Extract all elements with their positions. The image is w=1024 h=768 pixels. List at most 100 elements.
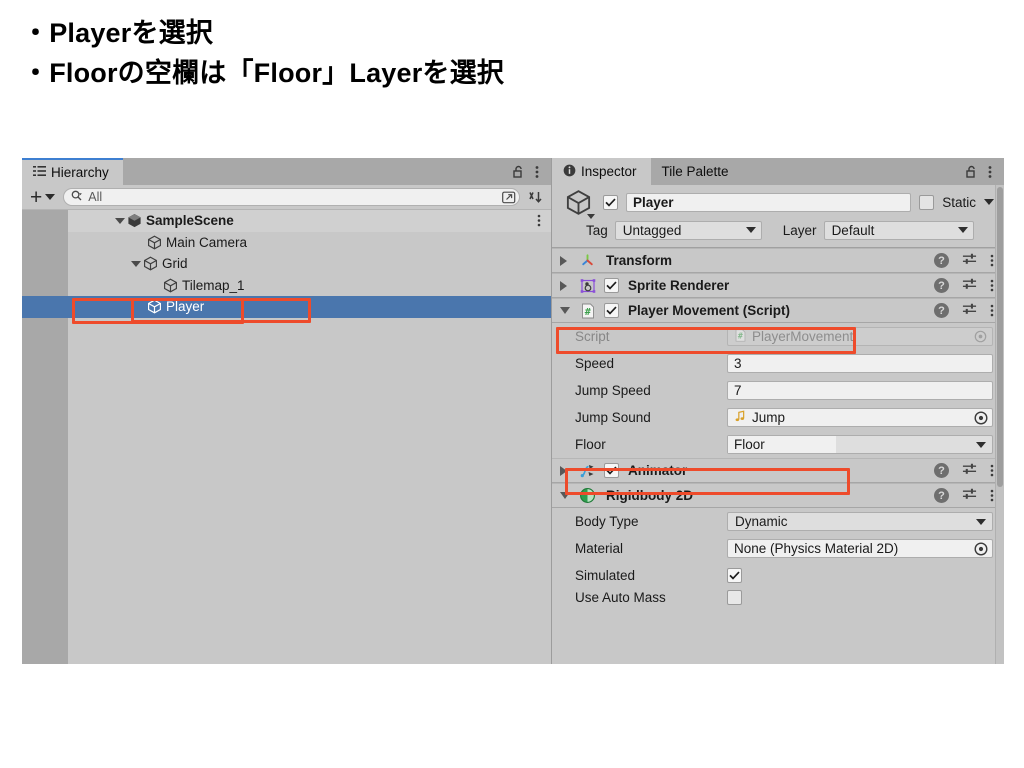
property-label: Script: [575, 329, 610, 344]
component-header-transform[interactable]: Transform ?: [552, 248, 1004, 273]
tab-inspector[interactable]: Inspector: [552, 158, 651, 185]
hierarchy-row-grid[interactable]: Grid: [68, 253, 551, 275]
inspector-tabbar-spacer: [742, 158, 966, 185]
hierarchy-row-label: Tilemap_1: [182, 277, 245, 293]
search-input[interactable]: All: [63, 188, 520, 206]
help-circle-icon[interactable]: ?: [934, 253, 949, 268]
object-picker-icon: [973, 329, 988, 344]
kebab-menu-icon[interactable]: [537, 214, 541, 230]
hierarchy-list-icon: [33, 165, 46, 180]
preset-sliders-icon[interactable]: [962, 462, 977, 479]
unity-editor-window: Hierarchy + All SampleScene Main Camera …: [22, 158, 1004, 664]
component-enabled-checkbox[interactable]: [604, 303, 619, 318]
inspector-scrollbar[interactable]: [995, 185, 1004, 664]
sort-alpha-icon[interactable]: [526, 188, 544, 206]
inspector-tabbar: Inspector Tile Palette: [552, 158, 1004, 185]
component-header-animator[interactable]: Animator ?: [552, 458, 1004, 483]
jump-sound-object-field[interactable]: Jump: [727, 408, 993, 427]
tag-dropdown[interactable]: Untagged: [614, 220, 762, 240]
transform-axis-icon: [578, 253, 597, 268]
preset-sliders-icon[interactable]: [962, 487, 977, 504]
disclosure-triangle-icon[interactable]: [560, 465, 571, 476]
help-circle-icon[interactable]: ?: [934, 278, 949, 293]
svg-text:#: #: [738, 330, 743, 340]
tab-tile-palette[interactable]: Tile Palette: [651, 158, 743, 185]
component-enabled-checkbox[interactable]: [604, 463, 619, 478]
hierarchy-row-player[interactable]: Player: [22, 296, 551, 318]
disclosure-triangle-icon[interactable]: [130, 260, 142, 267]
csharp-script-icon: #: [578, 303, 597, 319]
lock-open-icon[interactable]: [966, 165, 977, 178]
tab-tile-palette-label: Tile Palette: [661, 164, 729, 179]
hierarchy-tabbar: Hierarchy: [22, 158, 551, 185]
floor-value: Floor: [728, 436, 836, 453]
simulated-checkbox[interactable]: [727, 568, 742, 583]
chevron-down-icon: [45, 194, 56, 200]
static-checkbox[interactable]: [919, 194, 935, 210]
component-header-player-movement[interactable]: # Player Movement (Script) ?: [552, 298, 1004, 323]
jump-speed-input[interactable]: 7: [727, 381, 993, 400]
disclosure-triangle-icon[interactable]: [114, 217, 126, 224]
hierarchy-row-label: SampleScene: [146, 213, 234, 229]
disclosure-triangle-icon[interactable]: [560, 307, 571, 314]
gameobject-name-input[interactable]: Player: [626, 192, 912, 212]
hierarchy-row-samplescene[interactable]: SampleScene: [68, 210, 551, 232]
gameobject-name-value: Player: [633, 194, 674, 210]
disclosure-triangle-icon[interactable]: [560, 280, 571, 291]
property-label: Jump Sound: [575, 410, 651, 425]
property-label: Speed: [575, 356, 615, 371]
disclosure-triangle-icon[interactable]: [560, 492, 571, 499]
speed-input[interactable]: 3: [727, 354, 993, 373]
component-title: Rigidbody 2D: [606, 488, 693, 503]
hierarchy-tabbar-actions: [513, 158, 551, 185]
hierarchy-row-main-camera[interactable]: Main Camera: [68, 232, 551, 254]
component-header-rigidbody-2d[interactable]: Rigidbody 2D ?: [552, 483, 1004, 508]
gameobject-header: Player Static Tag Untagged Layer Default: [552, 185, 1004, 248]
lock-open-icon[interactable]: [513, 165, 524, 178]
slide-heading: ・Playerを選択 ・Floorの空欄は「Floor」Layerを選択: [22, 14, 962, 94]
property-row-simulated: Simulated: [552, 562, 1004, 589]
hierarchy-row-tilemap-1[interactable]: Tilemap_1: [68, 275, 551, 297]
property-label: Jump Speed: [575, 383, 651, 398]
gameobject-enabled-checkbox[interactable]: [603, 194, 618, 210]
preset-sliders-icon[interactable]: [962, 302, 977, 319]
hierarchy-rows: SampleScene Main Camera Grid Tilemap_1 P…: [22, 210, 551, 664]
chevron-down-icon[interactable]: [587, 213, 595, 219]
disclosure-triangle-icon[interactable]: [560, 255, 571, 266]
scrollbar-thumb[interactable]: [997, 187, 1003, 487]
component-title: Transform: [606, 253, 673, 268]
gameobject-cube-icon: [142, 256, 159, 271]
inspector-panel: Inspector Tile Palette Player Static Tag…: [552, 158, 1004, 664]
unity-scene-icon: [126, 213, 143, 228]
object-picker-icon[interactable]: [973, 541, 988, 556]
help-circle-icon[interactable]: ?: [934, 303, 949, 318]
object-picker-icon[interactable]: [973, 410, 988, 425]
component-header-sprite-renderer[interactable]: Sprite Renderer ?: [552, 273, 1004, 298]
help-circle-icon[interactable]: ?: [934, 488, 949, 503]
kebab-menu-icon[interactable]: [988, 165, 993, 179]
tab-hierarchy-label: Hierarchy: [51, 165, 109, 180]
preset-sliders-icon[interactable]: [962, 277, 977, 294]
property-value: 7: [734, 383, 742, 398]
preset-sliders-icon[interactable]: [962, 252, 977, 269]
hierarchy-gutter: [22, 210, 68, 664]
property-row-speed: Speed 3: [552, 350, 1004, 377]
tab-hierarchy[interactable]: Hierarchy: [22, 158, 123, 185]
hierarchy-row-label: Grid: [162, 256, 188, 272]
kebab-menu-icon[interactable]: [535, 165, 540, 179]
create-gameobject-button[interactable]: +: [28, 187, 57, 208]
svg-text:#: #: [584, 306, 590, 317]
body-type-dropdown[interactable]: Dynamic: [727, 512, 993, 531]
help-circle-icon[interactable]: ?: [934, 463, 949, 478]
layer-value: Default: [831, 222, 875, 238]
component-enabled-checkbox[interactable]: [604, 278, 619, 293]
use-auto-mass-checkbox[interactable]: [727, 589, 742, 605]
static-dropdown-icon[interactable]: [984, 199, 994, 205]
material-object-field[interactable]: None (Physics Material 2D): [727, 539, 993, 558]
property-row-jump-sound: Jump Sound Jump: [552, 404, 1004, 431]
layer-dropdown[interactable]: Default: [823, 220, 974, 240]
property-row-script: Script # PlayerMovement: [552, 323, 1004, 350]
open-in-new-icon[interactable]: [501, 190, 517, 204]
property-label: Simulated: [575, 568, 636, 583]
floor-layermask-dropdown[interactable]: Floor: [727, 435, 993, 454]
